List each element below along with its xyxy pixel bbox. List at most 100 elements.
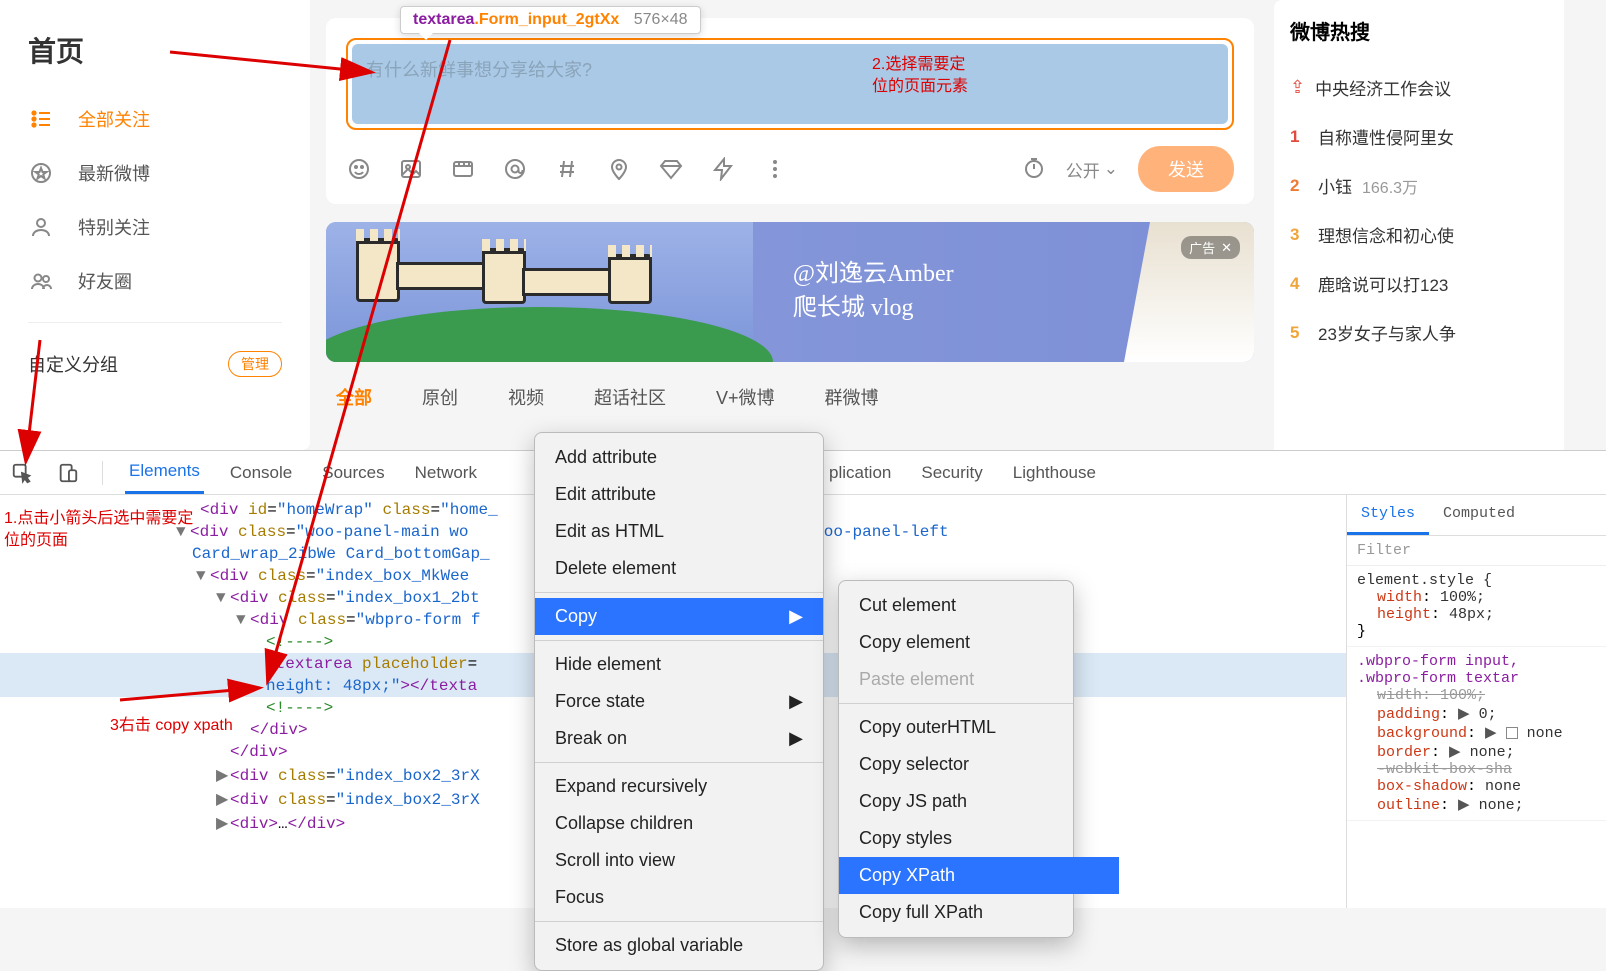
sidebar-group-label: 自定义分组 — [28, 351, 118, 377]
people-icon — [28, 268, 54, 294]
compose-placeholder: 有什么新鲜事想分享给大家? — [366, 60, 592, 80]
star-icon — [28, 160, 54, 186]
devtools-tab-application[interactable]: plication — [825, 453, 895, 493]
ctx-collapse-children[interactable]: Collapse children — [535, 805, 823, 842]
ctx-add-attribute[interactable]: Add attribute — [535, 439, 823, 476]
ctx-expand-recursively[interactable]: Expand recursively — [535, 768, 823, 805]
ctx-store-global[interactable]: Store as global variable — [535, 927, 823, 964]
hot-item[interactable]: 3理想信念和初心使 — [1290, 210, 1548, 259]
visibility-dropdown[interactable]: 公开⌄ — [1066, 157, 1118, 182]
context-menu-copy-sub: Cut element Copy element Paste element C… — [838, 580, 1074, 938]
device-toggle-icon[interactable] — [56, 461, 80, 485]
devtools-tab-security[interactable]: Security — [917, 453, 986, 493]
style-rule: element.style { width: 100%; height: 48p… — [1347, 566, 1606, 647]
sidebar-item-all-follow[interactable]: 全部关注 — [0, 92, 310, 146]
chevron-right-icon: ▶ — [789, 728, 803, 749]
styles-tab-computed[interactable]: Computed — [1429, 495, 1529, 535]
inspector-tooltip: textarea.Form_input_2gtXx 576×48 — [400, 6, 701, 34]
annotation-2: 2.选择需要定 位的页面元素 — [872, 54, 968, 99]
ctx-edit-as-html[interactable]: Edit as HTML — [535, 513, 823, 550]
more-icon[interactable] — [762, 156, 788, 182]
hot-search-panel: 微博热搜 ⇪ 中央经济工作会议 1自称遭性侵阿里女 2小钰166.3万 3理想信… — [1274, 0, 1564, 450]
devtools-tab-network[interactable]: Network — [411, 453, 481, 493]
compose-toolbar: 公开⌄ 发送 — [346, 146, 1234, 192]
image-icon[interactable] — [398, 156, 424, 182]
hot-item[interactable]: 4鹿晗说可以打123 — [1290, 259, 1548, 308]
location-icon[interactable] — [606, 156, 632, 182]
emoji-icon[interactable] — [346, 156, 372, 182]
video-icon[interactable] — [450, 156, 476, 182]
tab-all[interactable]: 全部 — [336, 384, 372, 410]
sidebar-item-special[interactable]: 特别关注 — [0, 200, 310, 254]
ctx-edit-attribute[interactable]: Edit attribute — [535, 476, 823, 513]
feed-tabs: 全部 原创 视频 超话社区 V+微博 群微博 — [326, 362, 1254, 410]
sidebar-item-friends[interactable]: 好友圈 — [0, 254, 310, 308]
annotation-3: 3右击 copy xpath — [110, 715, 233, 737]
send-button[interactable]: 发送 — [1138, 146, 1234, 192]
ctx-break-on[interactable]: Break on▶ — [535, 720, 823, 757]
at-icon[interactable] — [502, 156, 528, 182]
sidebar-item-label: 最新微博 — [78, 160, 150, 186]
styles-tab-styles[interactable]: Styles — [1347, 495, 1429, 535]
inspect-element-icon[interactable] — [10, 461, 34, 485]
ctx-copy[interactable]: Copy▶ — [535, 598, 823, 635]
timer-icon[interactable] — [1022, 156, 1046, 183]
ctx-cut-element[interactable]: Cut element — [839, 587, 1119, 624]
banner-text: @刘逸云Amber 爬长城 vlog — [793, 258, 954, 325]
hot-item[interactable]: 1自称遭性侵阿里女 — [1290, 112, 1548, 161]
top-icon: ⇪ — [1290, 77, 1305, 98]
ctx-copy-styles[interactable]: Copy styles — [839, 820, 1119, 857]
gem-icon[interactable] — [658, 156, 684, 182]
sidebar-item-label: 全部关注 — [78, 106, 150, 132]
ctx-copy-xpath[interactable]: Copy XPath — [839, 857, 1119, 894]
sidebar-item-label: 好友圈 — [78, 268, 132, 294]
ctx-paste-element: Paste element — [839, 661, 1119, 698]
bolt-icon[interactable] — [710, 156, 736, 182]
banner-illustration — [326, 222, 753, 362]
chevron-right-icon: ▶ — [789, 691, 803, 712]
ctx-copy-element[interactable]: Copy element — [839, 624, 1119, 661]
tab-supertopic[interactable]: 超话社区 — [594, 384, 666, 410]
tab-video[interactable]: 视频 — [508, 384, 544, 410]
ctx-copy-full-xpath[interactable]: Copy full XPath — [839, 894, 1119, 931]
chevron-down-icon: ⌄ — [1104, 159, 1118, 179]
ctx-delete-element[interactable]: Delete element — [535, 550, 823, 587]
page-title: 首页 — [0, 20, 310, 92]
divider — [28, 322, 282, 323]
tab-original[interactable]: 原创 — [422, 384, 458, 410]
tab-group[interactable]: 群微博 — [825, 384, 879, 410]
manage-button[interactable]: 管理 — [228, 351, 282, 377]
devtools-tab-lighthouse[interactable]: Lighthouse — [1009, 453, 1100, 493]
hot-item-top[interactable]: ⇪ 中央经济工作会议 — [1290, 63, 1548, 112]
hot-search-title: 微博热搜 — [1290, 16, 1548, 45]
devtools-tab-elements[interactable]: Elements — [125, 451, 204, 494]
list-icon — [28, 106, 54, 132]
compose-card: 有什么新鲜事想分享给大家? 2.选择需要定 位的页面元素 — [326, 18, 1254, 204]
ad-badge[interactable]: 广告✕ — [1181, 236, 1240, 259]
hot-item[interactable]: 2小钰166.3万 — [1290, 161, 1548, 210]
ctx-focus[interactable]: Focus — [535, 879, 823, 916]
tab-vplus[interactable]: V+微博 — [716, 384, 775, 410]
ctx-copy-outerhtml[interactable]: Copy outerHTML — [839, 709, 1119, 746]
ctx-force-state[interactable]: Force state▶ — [535, 683, 823, 720]
close-icon[interactable]: ✕ — [1221, 240, 1232, 256]
ctx-hide-element[interactable]: Hide element — [535, 646, 823, 683]
styles-filter[interactable]: Filter — [1347, 536, 1606, 566]
sidebar-item-latest[interactable]: 最新微博 — [0, 146, 310, 200]
compose-textarea[interactable]: 有什么新鲜事想分享给大家? 2.选择需要定 位的页面元素 — [352, 44, 1228, 124]
chevron-right-icon: ▶ — [789, 606, 803, 627]
context-menu-main: Add attribute Edit attribute Edit as HTM… — [534, 432, 824, 971]
hot-item[interactable]: 523岁女子与家人争 — [1290, 308, 1548, 357]
sidebar-custom-group: 自定义分组 管理 — [0, 337, 310, 391]
ctx-copy-js-path[interactable]: Copy JS path — [839, 783, 1119, 820]
style-rule: .wbpro-form input, .wbpro-form textar wi… — [1347, 647, 1606, 821]
ctx-scroll-into-view[interactable]: Scroll into view — [535, 842, 823, 879]
ad-banner[interactable]: @刘逸云Amber 爬长城 vlog 广告✕ — [326, 222, 1254, 362]
main-column: 有什么新鲜事想分享给大家? 2.选择需要定 位的页面元素 — [310, 0, 1270, 450]
ctx-copy-selector[interactable]: Copy selector — [839, 746, 1119, 783]
devtools-tab-console[interactable]: Console — [226, 453, 296, 493]
styles-pane[interactable]: Styles Computed Filter element.style { w… — [1346, 495, 1606, 908]
compose-textarea-highlight: 有什么新鲜事想分享给大家? 2.选择需要定 位的页面元素 — [346, 38, 1234, 130]
hash-icon[interactable] — [554, 156, 580, 182]
devtools-tab-sources[interactable]: Sources — [318, 453, 388, 493]
